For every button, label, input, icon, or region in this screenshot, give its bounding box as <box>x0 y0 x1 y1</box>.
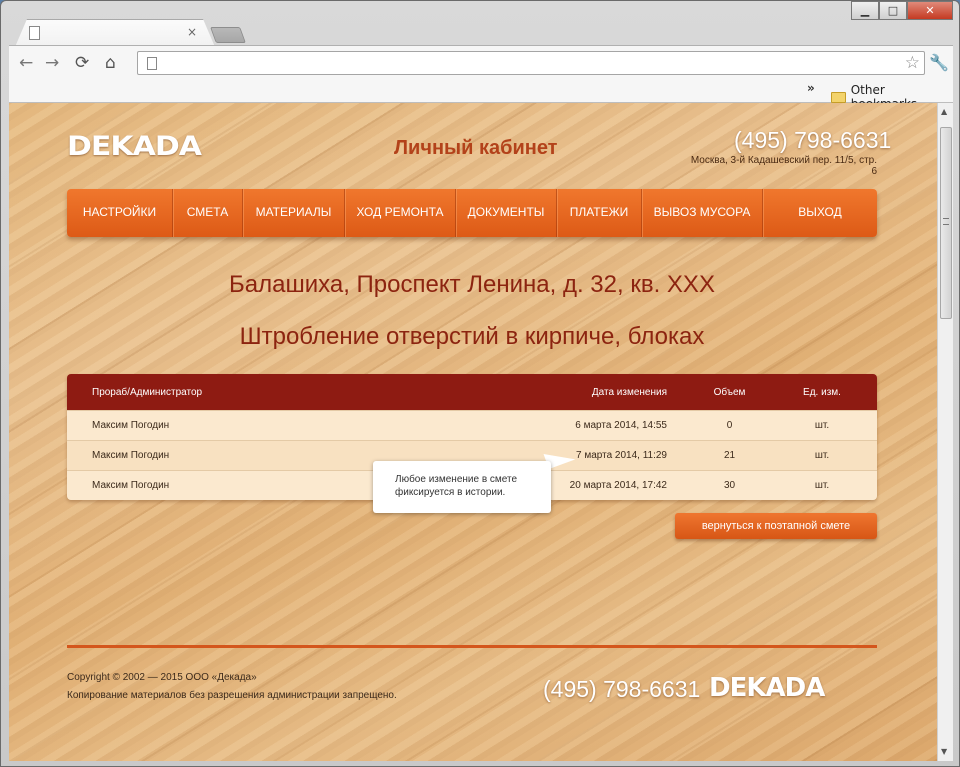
row-date: 20 марта 2014, 17:42 <box>569 480 667 491</box>
row-date: 7 марта 2014, 11:29 <box>575 450 667 461</box>
footer-phone: (495) 798-6631 <box>543 676 701 702</box>
footer-copyright: Copyright © 2002 — 2015 ООО «Декада» <box>67 672 257 683</box>
menu-item-estimate[interactable]: СМЕТА <box>173 189 243 237</box>
title-bar: × ▁ □ ✕ <box>1 1 959 47</box>
table-header: Прораб/Администратор Дата изменения Объе… <box>67 374 877 410</box>
row-unit: шт. <box>814 420 830 431</box>
tooltip-line-1: Любое изменение в смете <box>395 474 518 485</box>
scrollbar-thumb[interactable] <box>940 127 952 319</box>
window-controls: ▁ □ ✕ <box>851 1 953 20</box>
star-icon[interactable]: ☆ <box>905 53 920 73</box>
row-name: Максим Погодин <box>92 450 170 461</box>
bookmarks-overflow-icon[interactable]: » <box>807 81 815 95</box>
table-row: Максим Погодин 6 марта 2014, 14:55 0 шт. <box>67 410 877 440</box>
header-date: Дата изменения <box>591 386 667 398</box>
back-arrow-icon[interactable]: ← <box>19 53 33 73</box>
close-button[interactable]: ✕ <box>907 1 953 20</box>
page-viewport: DEKADA Личный кабинет (495) 798-6631 Мос… <box>9 103 937 761</box>
menu-item-documents[interactable]: ДОКУМЕНТЫ <box>456 189 557 237</box>
footer-logo[interactable]: DEKADA <box>709 673 825 703</box>
row-unit: шт. <box>814 480 830 491</box>
folder-icon <box>831 91 846 103</box>
menu-item-materials[interactable]: МАТЕРИАЛЫ <box>243 189 345 237</box>
history-tooltip: Любое изменение в смете фиксируется в ис… <box>373 461 551 513</box>
new-tab-button[interactable] <box>210 27 246 43</box>
header-phone: (495) 798-6631 <box>734 127 892 153</box>
header-unit: Ед. изм. <box>803 386 841 398</box>
row-date: 6 марта 2014, 14:55 <box>575 420 667 431</box>
menu-item-logout[interactable]: ВЫХОД <box>763 189 877 237</box>
page-icon <box>147 57 157 70</box>
main-menu: НАСТРОЙКИ СМЕТА МАТЕРИАЛЫ ХОД РЕМОНТА ДО… <box>67 189 877 237</box>
page-icon <box>29 26 40 40</box>
browser-tab[interactable] <box>15 19 215 47</box>
browser-window: × ▁ □ ✕ ← → ⟳ ⌂ ☆ 🔧 » Other bookmarks DE… <box>0 0 960 767</box>
object-address-heading: Балашиха, Проспект Ленина, д. 32, кв. XX… <box>229 271 715 298</box>
maximize-button[interactable]: □ <box>879 1 907 20</box>
menu-item-payments[interactable]: ПЛАТЕЖИ <box>557 189 642 237</box>
tooltip-line-2: фиксируется в истории. <box>395 487 506 498</box>
home-icon[interactable]: ⌂ <box>105 53 116 73</box>
scrollbar-grip <box>943 218 949 225</box>
scroll-down-icon[interactable]: ▼ <box>941 747 947 756</box>
footer-divider <box>67 645 877 648</box>
row-unit: шт. <box>814 450 830 461</box>
bookmarks-bar: » Other bookmarks <box>9 79 953 111</box>
header-name: Прораб/Администратор <box>92 386 203 398</box>
site-logo[interactable]: DEKADA <box>67 131 202 163</box>
header-volume: Объем <box>713 386 746 398</box>
reload-icon[interactable]: ⟳ <box>75 53 89 73</box>
row-volume: 21 <box>723 450 736 461</box>
wrench-icon[interactable]: 🔧 <box>929 53 949 72</box>
row-volume: 30 <box>723 480 736 491</box>
footer-notice: Копирование материалов без разрешения ад… <box>67 690 397 701</box>
address-bar[interactable]: ☆ <box>137 51 925 75</box>
menu-item-progress[interactable]: ХОД РЕМОНТА <box>345 189 456 237</box>
work-title-heading: Штробление отверстий в кирпиче, блоках <box>239 323 705 350</box>
row-volume: 0 <box>726 420 733 431</box>
row-name: Максим Погодин <box>92 420 170 431</box>
browser-toolbar: ← → ⟳ ⌂ ☆ 🔧 <box>9 45 953 79</box>
forward-arrow-icon[interactable]: → <box>45 53 59 73</box>
back-to-estimate-button[interactable]: вернуться к поэтапной смете <box>675 513 877 539</box>
tab-close-icon[interactable]: × <box>187 25 197 39</box>
menu-item-settings[interactable]: НАСТРОЙКИ <box>67 189 173 237</box>
page-title: Личный кабинет <box>394 137 558 159</box>
menu-item-garbage[interactable]: ВЫВОЗ МУСОРА <box>642 189 763 237</box>
header-address: Москва, 3-й Кадашевский пер. 11/5, стр. … <box>690 155 877 177</box>
minimize-button[interactable]: ▁ <box>851 1 879 20</box>
scroll-up-icon[interactable]: ▲ <box>941 107 947 116</box>
vertical-scrollbar[interactable]: ▲ ▼ <box>937 103 953 761</box>
